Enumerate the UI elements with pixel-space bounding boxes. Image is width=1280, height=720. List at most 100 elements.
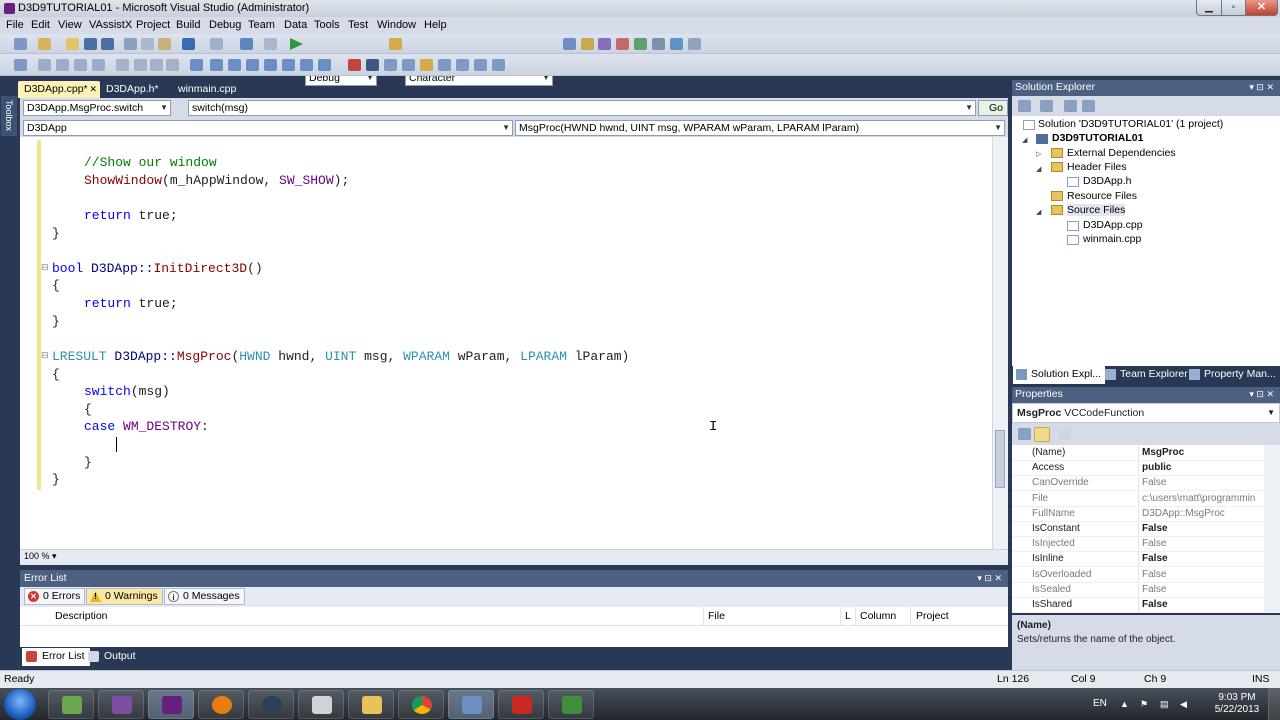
add-item-icon[interactable]: [38, 38, 51, 50]
taskbar-explorer[interactable]: [348, 690, 394, 719]
properties-object-select[interactable]: MsgProc VCCodeFunction ▼: [1012, 403, 1280, 423]
collapsed-arrow-icon[interactable]: ▷: [1036, 150, 1041, 158]
new-project-icon[interactable]: [14, 38, 27, 50]
zoom-level[interactable]: 100 % ▾: [24, 551, 57, 562]
menu-data[interactable]: Data: [284, 19, 307, 31]
find-in-files-icon[interactable]: [389, 38, 402, 50]
tree-project[interactable]: D3D9TUTORIAL01: [1052, 132, 1143, 144]
close-button[interactable]: ✕: [1245, 0, 1278, 16]
taskbar-acrobat[interactable]: [498, 690, 544, 719]
vax-highlight-icon[interactable]: [492, 59, 505, 71]
properties-scrollbar[interactable]: [1264, 445, 1280, 613]
code-area[interactable]: //Show our window ShowWindow(m_hAppWindo…: [20, 137, 992, 549]
column-line[interactable]: L: [845, 610, 851, 622]
menu-build[interactable]: Build: [176, 19, 200, 31]
next-bookmark-icon[interactable]: [228, 59, 241, 71]
property-value[interactable]: False: [1142, 538, 1262, 549]
property-value[interactable]: MsgProc: [1142, 447, 1262, 458]
start-button[interactable]: [4, 689, 36, 720]
property-value[interactable]: False: [1142, 569, 1262, 580]
scrollbar-thumb[interactable]: [995, 430, 1005, 488]
pin-icon[interactable]: ▾ ⊡ ✕: [977, 570, 1002, 586]
collapse-outline-icon[interactable]: ⊟: [41, 350, 49, 361]
tree-d3dapp-h[interactable]: D3DApp.h: [1083, 175, 1131, 187]
property-pages-icon[interactable]: [1058, 428, 1071, 440]
tray-clock[interactable]: 9:03 PM 5/22/2013: [1212, 692, 1262, 716]
alphabetical-icon[interactable]: [1034, 427, 1050, 442]
taskbar-media[interactable]: [98, 690, 144, 719]
member-select[interactable]: MsgProc(HWND hwnd, UINT msg, WPARAM wPar…: [515, 120, 1005, 136]
menu-view[interactable]: View: [58, 19, 82, 31]
clear-bookmarks-icon[interactable]: [318, 59, 331, 71]
collapse-outline-icon[interactable]: ⊟: [41, 262, 49, 273]
prev-bookmark-folder-icon[interactable]: [246, 59, 259, 71]
class-select[interactable]: D3DApp ▼: [23, 120, 513, 136]
menu-help[interactable]: Help: [424, 19, 447, 31]
menu-project[interactable]: Project: [136, 19, 170, 31]
symbol-select[interactable]: switch(msg) ▼: [188, 100, 976, 116]
menu-edit[interactable]: Edit: [31, 19, 50, 31]
property-value[interactable]: False: [1142, 599, 1262, 610]
vax-list-methods-icon[interactable]: [456, 59, 469, 71]
start-debugging-icon[interactable]: [290, 38, 303, 50]
column-column[interactable]: Column: [860, 610, 896, 622]
tab-winmain-cpp[interactable]: winmain.cpp: [172, 81, 242, 98]
team-explorer-icon[interactable]: [634, 38, 647, 50]
taskbar-app[interactable]: [448, 690, 494, 719]
tree-resource-files[interactable]: Resource Files: [1067, 190, 1137, 202]
taskbar-unity[interactable]: [298, 690, 344, 719]
errors-filter-button[interactable]: ✕ 0 Errors: [24, 588, 86, 605]
vax-back-icon[interactable]: [420, 59, 433, 71]
open-file-icon[interactable]: [66, 38, 79, 50]
expand-arrow-icon[interactable]: ◢: [1036, 208, 1041, 216]
property-value[interactable]: False: [1142, 584, 1262, 595]
menu-team[interactable]: Team: [248, 19, 275, 31]
tray-flag-icon[interactable]: ⚑: [1140, 699, 1150, 709]
save-all-icon[interactable]: [101, 38, 114, 50]
prev-bookmark-doc-icon[interactable]: [282, 59, 295, 71]
comment-out-icon[interactable]: [150, 59, 163, 71]
properties-window-icon[interactable]: [581, 38, 594, 50]
tree-d3dapp-cpp[interactable]: D3DApp.cpp: [1083, 219, 1143, 231]
property-value[interactable]: False: [1142, 553, 1262, 564]
tab-d3dapp-h[interactable]: D3DApp.h*: [100, 81, 165, 98]
scope-select[interactable]: D3DApp.MsgProc.switch ▼: [23, 100, 171, 116]
tray-up-arrow-icon[interactable]: ▲: [1120, 699, 1130, 709]
taskbar-steam[interactable]: [248, 690, 294, 719]
property-value[interactable]: public: [1142, 462, 1262, 473]
menu-tools[interactable]: Tools: [314, 19, 340, 31]
categorized-icon[interactable]: [1018, 428, 1031, 440]
tab-d3dapp-cpp[interactable]: D3DApp.cpp* ✕: [18, 81, 100, 98]
vax-refactor-icon[interactable]: [348, 59, 361, 71]
copy-icon[interactable]: [141, 38, 154, 50]
vax-open-file-icon[interactable]: [402, 59, 415, 71]
uncomment-icon[interactable]: [166, 59, 179, 71]
navigate-backward-icon[interactable]: [240, 38, 253, 50]
menu-debug[interactable]: Debug: [209, 19, 241, 31]
show-desktop-button[interactable]: [1268, 688, 1280, 720]
close-tab-icon[interactable]: ✕: [89, 81, 97, 97]
property-value[interactable]: D3DApp::MsgProc: [1142, 508, 1262, 519]
tray-network-icon[interactable]: ▤: [1160, 699, 1170, 709]
messages-filter-button[interactable]: i0 Messages: [164, 588, 245, 605]
tray-language[interactable]: EN: [1093, 698, 1107, 709]
tab-property-manager[interactable]: Property Man...: [1186, 366, 1280, 384]
navigate-forward-icon[interactable]: [264, 38, 277, 50]
next-bookmark-folder-icon[interactable]: [264, 59, 277, 71]
taskbar-blender[interactable]: [198, 690, 244, 719]
vax-forward-icon[interactable]: [438, 59, 451, 71]
cut-icon[interactable]: [124, 38, 137, 50]
column-project[interactable]: Project: [916, 610, 949, 622]
previous-bookmark-icon[interactable]: [210, 59, 223, 71]
minimize-button[interactable]: ▁: [1196, 0, 1222, 16]
pin-icon[interactable]: ▾ ⊡ ✕: [1249, 387, 1274, 402]
tab-error-list[interactable]: Error List: [22, 648, 90, 666]
quick-info-icon[interactable]: [74, 59, 87, 71]
column-file[interactable]: File: [708, 610, 725, 622]
tray-volume-icon[interactable]: ◀: [1180, 699, 1190, 709]
show-all-files-icon[interactable]: [1040, 100, 1053, 112]
properties-icon[interactable]: [1018, 100, 1031, 112]
go-button[interactable]: Go: [978, 100, 1008, 116]
paste-icon[interactable]: [158, 38, 171, 50]
toggle-bookmark-icon[interactable]: [190, 59, 203, 71]
